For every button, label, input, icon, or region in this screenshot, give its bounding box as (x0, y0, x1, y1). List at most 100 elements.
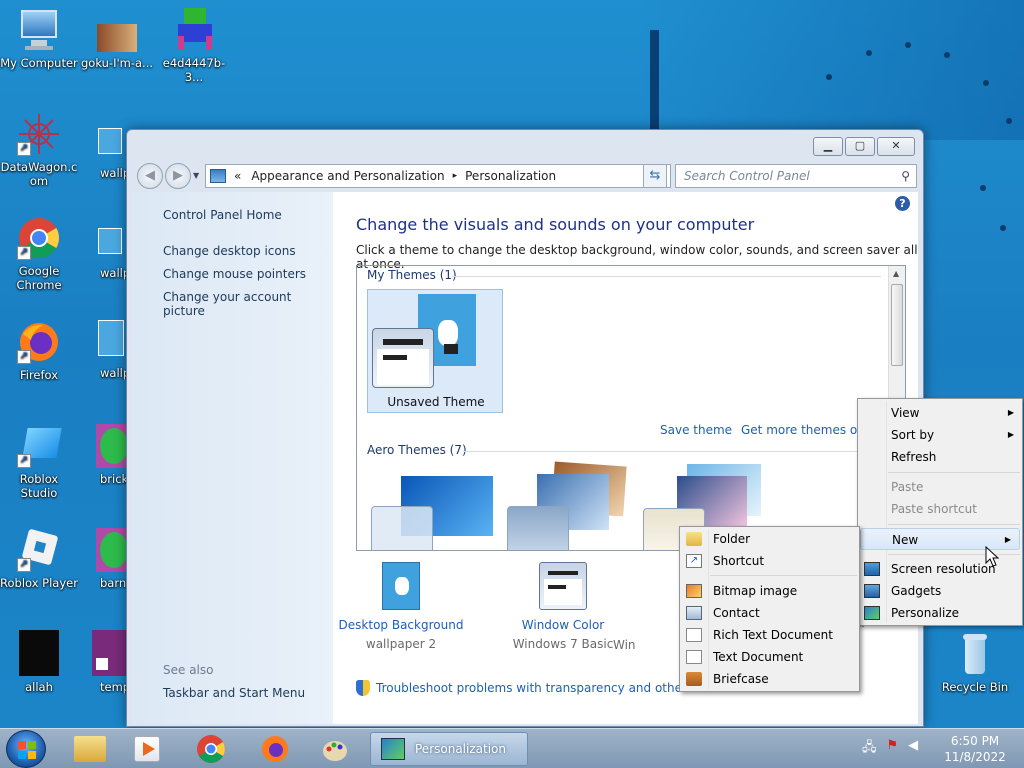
control-panel-icon (210, 169, 226, 183)
desktop-icon-allah[interactable]: allah (0, 630, 78, 694)
menu-item-paste[interactable]: Paste (858, 476, 1022, 498)
desktop-icon-goku[interactable]: goku-I'm-a... (78, 8, 156, 70)
desktop-icon-firefox[interactable]: ↗ Firefox (0, 320, 78, 382)
taskbar-start-menu-link[interactable]: Taskbar and Start Menu (163, 686, 305, 700)
briefcase-icon (686, 672, 702, 686)
desktop-icon-google-chrome[interactable]: ↗ Google Chrome (0, 216, 78, 292)
menu-item-personalize[interactable]: Personalize (858, 602, 1022, 624)
taskbar-window-title: Personalization (415, 742, 506, 756)
desktop-icon-my-computer[interactable]: My Computer (0, 8, 78, 70)
change-account-picture-link[interactable]: Change your account picture (163, 290, 333, 318)
troubleshoot-row[interactable]: Troubleshoot problems with transparency … (356, 680, 718, 696)
desktop-background-setting[interactable]: Desktop Background wallpaper 2 (331, 562, 471, 651)
taskbar-media-player[interactable] (122, 732, 174, 766)
clock[interactable]: 6:50 PM 11/8/2022 (940, 733, 1010, 765)
breadcrumb-appearance[interactable]: Appearance and Personalization (251, 169, 444, 183)
theme-label: Unsaved Theme (387, 395, 485, 409)
menu-item-paste-shortcut[interactable]: Paste shortcut (858, 498, 1022, 520)
screen-resolution-icon (864, 562, 880, 576)
breadcrumb-personalization[interactable]: Personalization (465, 169, 556, 183)
desktop-icon-label: Firefox (19, 368, 59, 382)
new-rtf-item[interactable]: Rich Text Document (680, 624, 859, 646)
taskbar-explorer[interactable] (64, 732, 116, 766)
wallpaper-dot (983, 80, 989, 86)
desktop-icon-datawagon[interactable]: ↗ DataWagon.c om (0, 112, 78, 188)
search-icon[interactable]: ⚲ (901, 165, 910, 187)
datawagon-icon: ↗ (17, 112, 61, 156)
menu-item-gadgets[interactable]: Gadgets (858, 580, 1022, 602)
get-more-themes-link[interactable]: Get more themes onli (741, 423, 872, 437)
menu-item-refresh[interactable]: Refresh (858, 446, 1022, 468)
taskbar-paint[interactable] (310, 732, 362, 766)
window-color-setting[interactable]: Window Color Windows 7 Basic (493, 562, 633, 651)
paint-icon (323, 741, 347, 761)
themes-list[interactable]: My Themes (1) Unsaved Theme Save theme G… (356, 265, 906, 551)
close-button[interactable]: ✕ (877, 137, 915, 156)
desktop-icon-e4d4447b[interactable]: e4d4447b-3... (155, 8, 233, 84)
desktop-icon-roblox-studio[interactable]: ↗ Roblox Studio (0, 424, 78, 500)
help-icon[interactable]: ? (895, 196, 910, 211)
desktop-icon-label: DataWagon.c om (0, 160, 78, 188)
system-tray: 🖧 ⚑ ◀ (862, 738, 918, 760)
wallpaper-dot (826, 74, 832, 80)
save-theme-link[interactable]: Save theme (660, 423, 732, 437)
roblox-player-icon: ↗ (17, 528, 61, 572)
taskbar-firefox[interactable] (250, 732, 302, 766)
control-panel-home-link[interactable]: Control Panel Home (163, 208, 282, 222)
new-shortcut-item[interactable]: ↗ Shortcut (680, 550, 859, 572)
image-icon (19, 630, 59, 676)
desktop-icon-roblox-player[interactable]: ↗ Roblox Player (0, 528, 78, 590)
theme-unsaved[interactable]: Unsaved Theme (367, 289, 503, 413)
desktop-icon-recycle-bin[interactable]: Recycle Bin (936, 632, 1014, 694)
desktop-context-menu: View ▶ Sort by ▶ Refresh Paste Paste short… (857, 398, 1023, 626)
wallpaper-bar (650, 30, 659, 130)
new-folder-item[interactable]: Folder (680, 528, 859, 550)
back-button[interactable]: ◀ (137, 163, 163, 189)
volume-icon[interactable]: ◀ (908, 738, 918, 760)
taskbar-personalization[interactable]: Personalization (370, 732, 528, 766)
menu-item-sort-by[interactable]: Sort by ▶ (858, 424, 1022, 446)
maximize-button[interactable]: ▢ (845, 137, 875, 156)
rtf-icon (686, 628, 702, 642)
desktop-icon-label: My Computer (0, 56, 78, 70)
new-text-document-item[interactable]: Text Document (680, 646, 859, 668)
menu-item-label: New (892, 533, 919, 547)
new-bitmap-item[interactable]: Bitmap image (680, 580, 859, 602)
scroll-thumb[interactable] (891, 284, 903, 366)
recycle-bin-icon (953, 632, 997, 676)
search-input[interactable]: Search Control Panel ⚲ (675, 164, 917, 188)
action-center-icon[interactable]: ⚑ (887, 738, 899, 760)
menu-item-view[interactable]: View ▶ (858, 402, 1022, 424)
start-button[interactable] (6, 730, 46, 768)
window-color-value: Windows 7 Basic (512, 637, 614, 651)
desktop-background-label[interactable]: Desktop Background (331, 618, 471, 632)
change-desktop-icons-link[interactable]: Change desktop icons (163, 244, 296, 258)
clock-time: 6:50 PM (950, 734, 1000, 748)
forward-button[interactable]: ▶ (165, 163, 191, 189)
menu-item-label: Contact (713, 606, 760, 620)
window-color-label[interactable]: Window Color (493, 618, 633, 632)
see-also-heading: See also (163, 663, 214, 677)
window-color-icon (539, 562, 587, 610)
wallpaper-dot (905, 42, 911, 48)
new-contact-item[interactable]: Contact (680, 602, 859, 624)
troubleshoot-link[interactable]: Troubleshoot problems with transparency … (376, 681, 718, 695)
breadcrumb-separator[interactable]: ▸ (453, 171, 458, 181)
shortcut-arrow-icon: ↗ (17, 142, 31, 156)
address-overflow[interactable]: « (234, 169, 241, 183)
shortcut-arrow-icon: ↗ (17, 246, 31, 260)
menu-item-label: View (891, 406, 920, 420)
new-briefcase-item[interactable]: Briefcase (680, 668, 859, 690)
address-bar[interactable]: « Appearance and Personalization ▸ Perso… (205, 164, 671, 188)
change-mouse-pointers-link[interactable]: Change mouse pointers (163, 267, 306, 281)
sounds-setting[interactable]: Win (613, 562, 673, 652)
scroll-up-icon[interactable]: ▲ (893, 269, 899, 278)
search-placeholder: Search Control Panel (684, 169, 810, 183)
menu-item-label: Gadgets (891, 584, 942, 598)
network-icon[interactable]: 🖧 (862, 738, 877, 760)
refresh-button[interactable]: ⇆ (643, 164, 667, 188)
taskbar-chrome[interactable] (186, 732, 238, 766)
recent-pages-icon[interactable]: ▼ (193, 171, 199, 180)
minimize-button[interactable]: ▁ (813, 137, 843, 156)
desktop-icon-label: Recycle Bin (941, 680, 1009, 694)
